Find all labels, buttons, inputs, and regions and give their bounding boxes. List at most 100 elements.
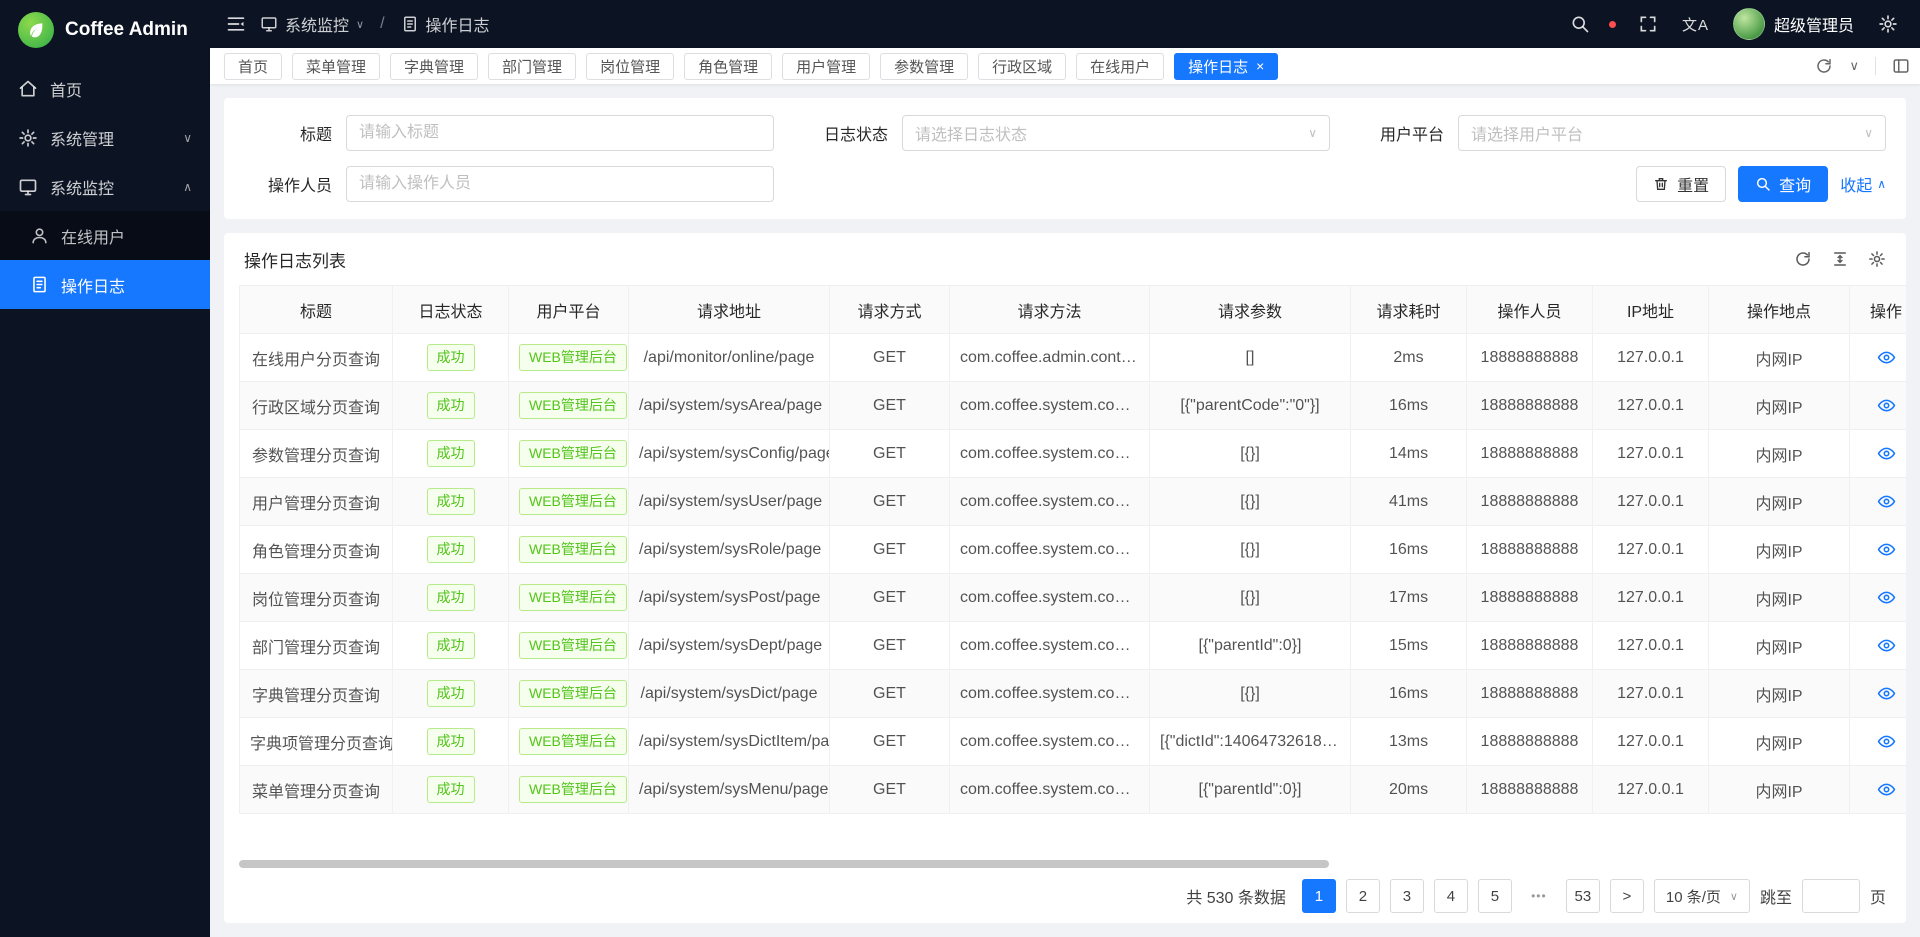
translate-icon[interactable]: 文A — [1682, 14, 1709, 35]
cell-params: [{}] — [1150, 670, 1351, 718]
view-detail-eye-icon[interactable] — [1877, 396, 1896, 415]
cell-params: [{}] — [1150, 430, 1351, 478]
username: 超级管理员 — [1774, 12, 1854, 36]
title-filter-input[interactable] — [346, 115, 774, 151]
page-button-1[interactable]: 1 — [1302, 879, 1336, 913]
sidebar: Coffee Admin 首页 系统管理 ∨ 系统监控 — [0, 0, 210, 937]
breadcrumb-system-monitor[interactable]: 系统监控 ∨ — [260, 12, 364, 36]
cell-status: 成功 — [393, 670, 509, 718]
page-button-5[interactable]: 5 — [1478, 879, 1512, 913]
reset-button[interactable]: 重置 — [1636, 166, 1726, 202]
status-badge: 成功 — [427, 776, 475, 802]
sidebar-item-system-monitor[interactable]: 系统监控 ∧ — [0, 162, 210, 211]
tab-menu-management[interactable]: 菜单管理 — [292, 53, 380, 80]
platform-badge: WEB管理后台 — [519, 344, 627, 370]
operator-label: 操作人员 — [244, 172, 332, 196]
sidebar-item-system-management[interactable]: 系统管理 ∨ — [0, 113, 210, 162]
content-fullscreen-icon[interactable] — [1892, 57, 1910, 75]
table-row[interactable]: 菜单管理分页查询 成功 WEB管理后台 /api/system/sysMenu/… — [240, 766, 1907, 814]
cell-ip: 127.0.0.1 — [1593, 430, 1709, 478]
tab-dict-management[interactable]: 字典管理 — [390, 53, 478, 80]
cell-status: 成功 — [393, 574, 509, 622]
tab-operation-log[interactable]: 操作日志 × — [1174, 53, 1278, 80]
close-icon[interactable]: × — [1256, 59, 1264, 73]
cell-location: 内网IP — [1709, 622, 1850, 670]
table-row[interactable]: 参数管理分页查询 成功 WEB管理后台 /api/system/sysConfi… — [240, 430, 1907, 478]
select-placeholder: 请选择日志状态 — [915, 121, 1308, 145]
search-icon[interactable] — [1570, 14, 1590, 34]
view-detail-eye-icon[interactable] — [1877, 780, 1896, 799]
sidebar-item-home[interactable]: 首页 — [0, 64, 210, 113]
tab-bar: 首页 菜单管理 字典管理 部门管理 岗位管理 角色管理 用户管理 参数管理 行政… — [210, 48, 1920, 84]
table-row[interactable]: 岗位管理分页查询 成功 WEB管理后台 /api/system/sysPost/… — [240, 574, 1907, 622]
total-count: 共 530 条数据 — [1186, 884, 1286, 908]
view-detail-eye-icon[interactable] — [1877, 636, 1896, 655]
user-platform-select[interactable]: 请选择用户平台 ∨ — [1458, 115, 1886, 151]
settings-gear-icon[interactable] — [1878, 14, 1898, 34]
table-row[interactable]: 在线用户分页查询 成功 WEB管理后台 /api/monitor/online/… — [240, 334, 1907, 382]
cell-operator: 18888888888 — [1467, 574, 1593, 622]
page-button-3[interactable]: 3 — [1390, 879, 1424, 913]
table-row[interactable]: 角色管理分页查询 成功 WEB管理后台 /api/system/sysRole/… — [240, 526, 1907, 574]
tab-home[interactable]: 首页 — [224, 53, 282, 80]
refresh-icon[interactable] — [1794, 250, 1812, 268]
search-button[interactable]: 查询 — [1738, 166, 1828, 202]
view-detail-eye-icon[interactable] — [1877, 684, 1896, 703]
status-badge: 成功 — [427, 392, 475, 418]
scrollbar-thumb[interactable] — [239, 860, 1329, 868]
page-ellipsis-icon[interactable]: ••• — [1522, 879, 1556, 913]
pagination: 共 530 条数据 1 2 3 4 5 ••• 53 > 10 条/页 ∨ 跳至… — [224, 869, 1906, 923]
cell-actions — [1850, 766, 1907, 814]
jump-page-input[interactable] — [1802, 879, 1860, 913]
cell-params: [] — [1150, 334, 1351, 382]
fullscreen-icon[interactable] — [1638, 14, 1658, 34]
log-status-select[interactable]: 请选择日志状态 ∨ — [902, 115, 1330, 151]
table-row[interactable]: 字典管理分页查询 成功 WEB管理后台 /api/system/sysDict/… — [240, 670, 1907, 718]
user-icon — [30, 226, 49, 245]
cell-duration: 14ms — [1351, 430, 1467, 478]
view-detail-eye-icon[interactable] — [1877, 588, 1896, 607]
row-density-icon[interactable] — [1831, 250, 1849, 268]
sidebar-item-online-users[interactable]: 在线用户 — [0, 211, 210, 260]
tab-role-management[interactable]: 角色管理 — [684, 53, 772, 80]
table-row[interactable]: 行政区域分页查询 成功 WEB管理后台 /api/system/sysArea/… — [240, 382, 1907, 430]
tab-user-management[interactable]: 用户管理 — [782, 53, 870, 80]
table-row[interactable]: 部门管理分页查询 成功 WEB管理后台 /api/system/sysDept/… — [240, 622, 1907, 670]
cell-status: 成功 — [393, 382, 509, 430]
view-detail-eye-icon[interactable] — [1877, 492, 1896, 511]
sidebar-item-label: 系统监控 — [50, 175, 114, 199]
operator-filter-input[interactable] — [346, 166, 774, 202]
log-status-label: 日志状态 — [800, 121, 888, 145]
tab-dept-management[interactable]: 部门管理 — [488, 53, 576, 80]
page-button-53[interactable]: 53 — [1566, 879, 1600, 913]
user-menu[interactable]: 超级管理员 — [1733, 8, 1854, 40]
collapse-filter-link[interactable]: 收起 ∧ — [1840, 172, 1886, 196]
column-header: 请求地址 — [629, 286, 830, 334]
page-button-2[interactable]: 2 — [1346, 879, 1380, 913]
tab-online-users[interactable]: 在线用户 — [1076, 53, 1164, 80]
table-row[interactable]: 用户管理分页查询 成功 WEB管理后台 /api/system/sysUser/… — [240, 478, 1907, 526]
cell-duration: 2ms — [1351, 334, 1467, 382]
view-detail-eye-icon[interactable] — [1877, 540, 1896, 559]
menu-fold-icon[interactable] — [226, 14, 246, 34]
next-page-button[interactable]: > — [1610, 879, 1644, 913]
cell-handler: com.coffee.system.controlle... — [950, 574, 1150, 622]
sidebar-item-operation-log[interactable]: 操作日志 — [0, 260, 210, 309]
tab-config-management[interactable]: 参数管理 — [880, 53, 968, 80]
view-detail-eye-icon[interactable] — [1877, 732, 1896, 751]
table-row[interactable]: 字典项管理分页查询 成功 WEB管理后台 /api/system/sysDict… — [240, 718, 1907, 766]
view-detail-eye-icon[interactable] — [1877, 444, 1896, 463]
cell-handler: com.coffee.system.controlle... — [950, 622, 1150, 670]
view-detail-eye-icon[interactable] — [1877, 348, 1896, 367]
tab-menu-chevron-down-icon[interactable]: ∨ — [1849, 58, 1859, 74]
cell-request-method: GET — [830, 766, 950, 814]
column-header: IP地址 — [1593, 286, 1709, 334]
tab-admin-area[interactable]: 行政区域 — [978, 53, 1066, 80]
title-label: 标题 — [244, 121, 332, 145]
tab-post-management[interactable]: 岗位管理 — [586, 53, 674, 80]
page-size-select[interactable]: 10 条/页 ∨ — [1654, 879, 1750, 913]
page-button-4[interactable]: 4 — [1434, 879, 1468, 913]
column-settings-gear-icon[interactable] — [1868, 250, 1886, 268]
refresh-icon[interactable] — [1815, 57, 1833, 75]
app-title: Coffee Admin — [65, 19, 188, 41]
